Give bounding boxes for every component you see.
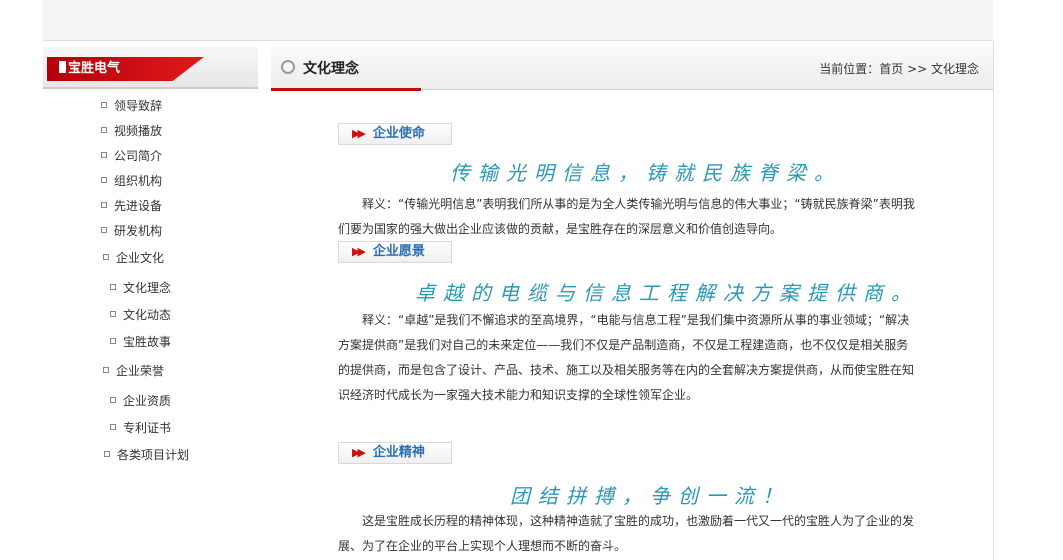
bullet-icon xyxy=(110,311,116,317)
header-accent-line xyxy=(271,88,421,91)
vision-slogan: 卓越的电缆与信息工程解决方案提供商。 xyxy=(415,281,919,305)
circle-icon xyxy=(281,60,295,74)
sidebar-item-culture[interactable]: 企业文化 xyxy=(103,249,164,266)
sidebar-item-company-intro[interactable]: 公司简介 xyxy=(101,147,162,164)
sidebar-item-leader-speech[interactable]: 领导致辞 xyxy=(101,97,162,114)
sidebar-item-honors[interactable]: 企业荣誉 xyxy=(103,362,164,379)
double-arrow-icon: ▶▶ xyxy=(352,127,366,140)
bullet-icon xyxy=(101,177,107,183)
sidebar-title: 宝胜电气 xyxy=(47,57,204,81)
mission-slogan: 传输光明信息，铸就民族脊梁。 xyxy=(450,161,842,185)
double-arrow-icon: ▶▶ xyxy=(352,446,366,459)
bullet-icon xyxy=(103,367,109,373)
sidebar-subitem-stories[interactable]: 宝胜故事 xyxy=(110,333,171,350)
bullet-icon xyxy=(101,127,107,133)
section-tab-spirit: ▶▶ 企业精神 xyxy=(338,442,452,464)
bullet-icon xyxy=(103,254,109,260)
bullet-icon xyxy=(110,397,116,403)
bullet-icon xyxy=(101,227,107,233)
sidebar-item-video[interactable]: 视频播放 xyxy=(101,122,162,139)
content-header: 文化理念 当前位置：首页 >> 文化理念 xyxy=(271,47,993,91)
bullet-icon xyxy=(110,338,116,344)
sidebar-item-equipment[interactable]: 先进设备 xyxy=(101,197,162,214)
bullet-icon xyxy=(110,284,116,290)
sidebar-header: 宝胜电气 xyxy=(43,47,258,89)
sidebar-subitem-patents[interactable]: 专利证书 xyxy=(110,419,171,436)
top-banner xyxy=(43,0,993,41)
sidebar-item-organization[interactable]: 组织机构 xyxy=(101,172,162,189)
bullet-icon xyxy=(110,424,116,430)
logo-icon xyxy=(59,61,66,73)
breadcrumb[interactable]: 当前位置：首页 >> 文化理念 xyxy=(819,60,979,77)
spirit-slogan: 团结拼搏，争创一流！ xyxy=(510,484,790,508)
spirit-text: 这是宝胜成长历程的精神体现，这种精神造就了宝胜的成功，也激励着一代又一代的宝胜人… xyxy=(338,514,915,553)
section-tab-mission: ▶▶ 企业使命 xyxy=(338,123,452,145)
sidebar-item-rnd[interactable]: 研发机构 xyxy=(101,222,162,239)
page-title: 文化理念 xyxy=(303,61,359,77)
vision-text: 释义：“卓越”是我们不懈追求的至高境界，“电能与信息工程”是我们集中资源所从事的… xyxy=(338,313,915,402)
double-arrow-icon: ▶▶ xyxy=(352,245,366,258)
sidebar-subitem-qualifications[interactable]: 企业资质 xyxy=(110,392,171,409)
sidebar-subitem-culture-news[interactable]: 文化动态 xyxy=(110,306,171,323)
section-tab-vision: ▶▶ 企业愿景 xyxy=(338,241,452,263)
bullet-icon xyxy=(101,102,107,108)
sidebar-item-project-plans[interactable]: 各类项目计划 xyxy=(104,446,189,463)
bullet-icon xyxy=(101,152,107,158)
mission-text: 释义：“传输光明信息”表明我们所从事的是为全人类传输光明与信息的伟大事业；“铸就… xyxy=(338,197,915,236)
bullet-icon xyxy=(101,202,107,208)
bullet-icon xyxy=(104,451,110,457)
sidebar-subitem-culture-concept[interactable]: 文化理念 xyxy=(110,279,171,296)
